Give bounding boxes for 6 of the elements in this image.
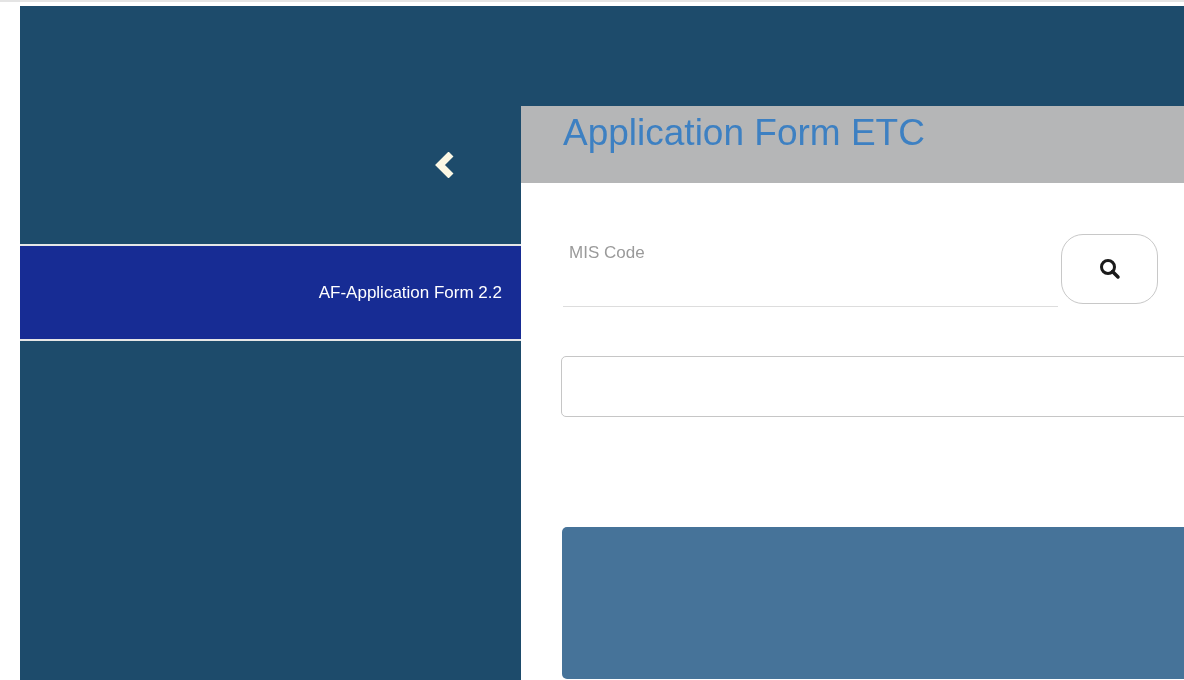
- chevron-left-icon[interactable]: [435, 152, 455, 178]
- search-button[interactable]: [1061, 234, 1158, 304]
- form-title: Application Form ETC: [563, 114, 925, 151]
- text-field[interactable]: [561, 356, 1184, 417]
- sidebar-item[interactable]: AF-Application Form 2.2: [20, 244, 521, 341]
- search-icon: [1098, 258, 1121, 280]
